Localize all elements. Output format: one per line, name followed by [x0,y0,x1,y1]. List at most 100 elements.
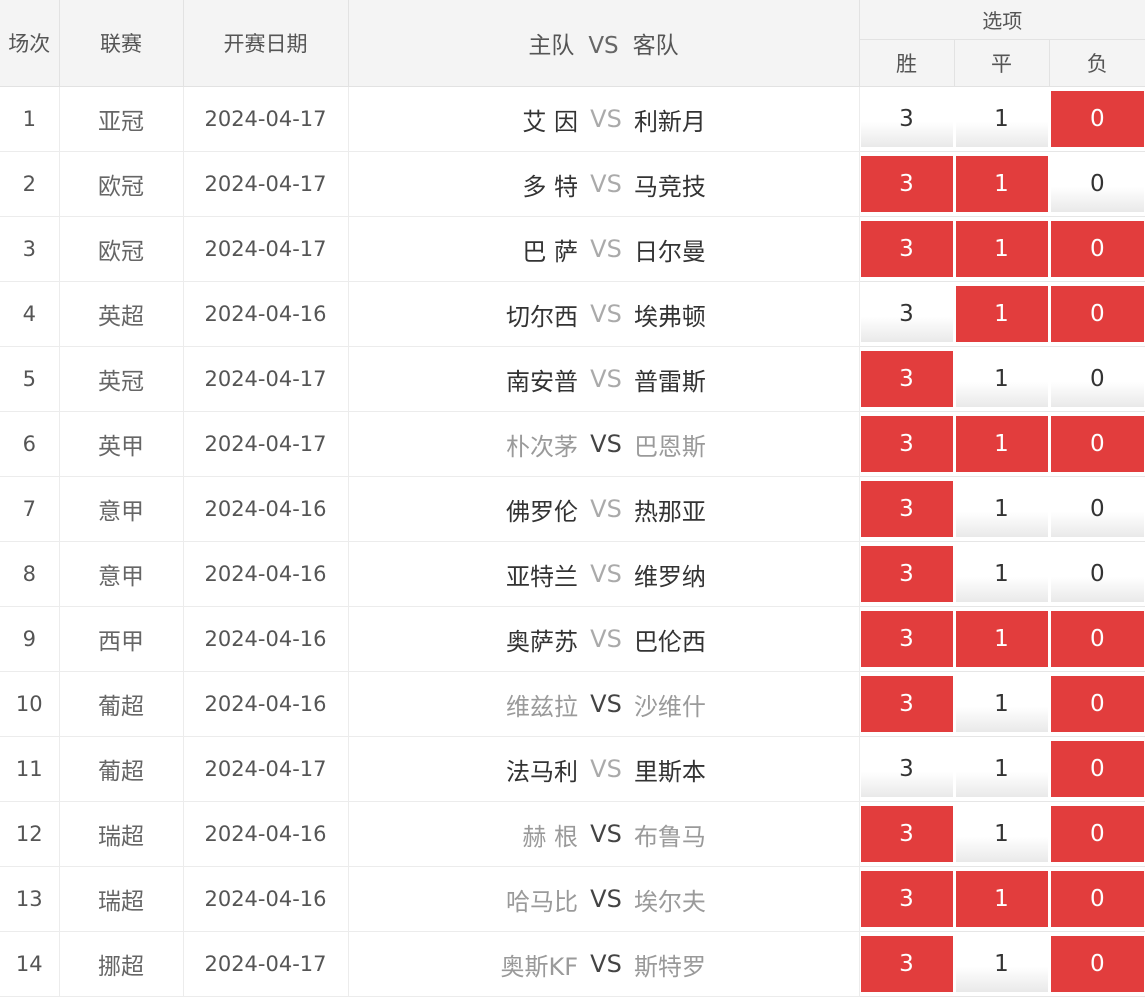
option-lose-button[interactable]: 0 [1050,611,1145,667]
option-lose-button[interactable]: 0 [1050,286,1145,342]
option-draw-cell[interactable]: 1 [954,866,1050,932]
option-win-button[interactable]: 3 [860,546,953,602]
option-lose-button[interactable]: 0 [1050,936,1145,992]
option-win-button[interactable]: 3 [860,806,953,862]
option-draw-button[interactable]: 1 [955,611,1048,667]
vs-label: VS [590,365,622,393]
option-win-cell[interactable]: 3 [859,411,955,477]
option-win-cell[interactable]: 3 [859,931,955,997]
option-lose-cell[interactable]: 0 [1049,866,1145,932]
option-win-button[interactable]: 3 [860,351,953,407]
option-lose-button[interactable]: 0 [1050,546,1145,602]
option-win-cell[interactable]: 3 [859,541,955,607]
home-team: 赫 根 [522,822,579,851]
option-win-button[interactable]: 3 [860,221,953,277]
option-draw-cell[interactable]: 1 [954,931,1050,997]
option-lose-button[interactable]: 0 [1050,91,1145,147]
table-row: 6 英甲 2024-04-17 朴次茅 VS 巴恩斯 3 1 0 [0,411,1145,477]
option-win-button[interactable]: 3 [860,286,953,342]
option-win-cell[interactable]: 3 [859,476,955,542]
option-win-cell[interactable]: 3 [859,86,955,152]
option-draw-button[interactable]: 1 [955,481,1048,537]
match-index: 1 [0,86,60,152]
option-draw-button[interactable]: 1 [955,741,1048,797]
option-lose-button[interactable]: 0 [1050,481,1145,537]
option-draw-button[interactable]: 1 [955,351,1048,407]
option-lose-cell[interactable]: 0 [1049,931,1145,997]
option-lose-cell[interactable]: 0 [1049,216,1145,282]
option-lose-button[interactable]: 0 [1050,676,1145,732]
option-win-cell[interactable]: 3 [859,151,955,217]
option-draw-button[interactable]: 1 [955,936,1048,992]
option-win-cell[interactable]: 3 [859,736,955,802]
option-win-button[interactable]: 3 [860,871,953,927]
option-lose-cell[interactable]: 0 [1049,671,1145,737]
option-draw-button[interactable]: 1 [955,416,1048,472]
header-vs: VS [588,33,619,59]
option-draw-cell[interactable]: 1 [954,346,1050,412]
option-draw-cell[interactable]: 1 [954,476,1050,542]
option-win-button[interactable]: 3 [860,156,953,212]
table-row: 9 西甲 2024-04-16 奥萨苏 VS 巴伦西 3 1 0 [0,606,1145,672]
league-name: 挪超 [59,931,184,997]
option-draw-button[interactable]: 1 [955,91,1048,147]
option-lose-button[interactable]: 0 [1050,871,1145,927]
option-draw-button[interactable]: 1 [955,871,1048,927]
option-draw-button[interactable]: 1 [955,286,1048,342]
option-lose-cell[interactable]: 0 [1049,281,1145,347]
option-lose-button[interactable]: 0 [1050,416,1145,472]
option-win-button[interactable]: 3 [860,91,953,147]
match-teams: 艾 因 VS 利新月 [348,86,860,152]
option-draw-cell[interactable]: 1 [954,541,1050,607]
option-lose-cell[interactable]: 0 [1049,346,1145,412]
option-win-cell[interactable]: 3 [859,346,955,412]
option-win-cell[interactable]: 3 [859,801,955,867]
option-lose-cell[interactable]: 0 [1049,606,1145,672]
option-win-button[interactable]: 3 [860,741,953,797]
vs-label: VS [590,885,622,913]
option-win-button[interactable]: 3 [860,676,953,732]
option-lose-cell[interactable]: 0 [1049,151,1145,217]
option-lose-cell[interactable]: 0 [1049,86,1145,152]
option-win-button[interactable]: 3 [860,936,953,992]
option-win-cell[interactable]: 3 [859,671,955,737]
match-date: 2024-04-17 [183,346,349,412]
option-lose-button[interactable]: 0 [1050,156,1145,212]
option-lose-button[interactable]: 0 [1050,806,1145,862]
option-draw-button[interactable]: 1 [955,221,1048,277]
option-draw-cell[interactable]: 1 [954,606,1050,672]
home-team: 佛罗伦 [506,497,579,526]
match-teams: 法马利 VS 里斯本 [348,736,860,802]
header-options: 选项 [858,0,1145,40]
option-draw-button[interactable]: 1 [955,676,1048,732]
table-row: 7 意甲 2024-04-16 佛罗伦 VS 热那亚 3 1 0 [0,476,1145,542]
option-lose-button[interactable]: 0 [1050,351,1145,407]
option-draw-button[interactable]: 1 [955,156,1048,212]
option-win-cell[interactable]: 3 [859,281,955,347]
option-lose-cell[interactable]: 0 [1049,801,1145,867]
option-draw-cell[interactable]: 1 [954,736,1050,802]
option-draw-button[interactable]: 1 [955,806,1048,862]
option-lose-cell[interactable]: 0 [1049,411,1145,477]
option-win-cell[interactable]: 3 [859,606,955,672]
option-draw-cell[interactable]: 1 [954,411,1050,477]
option-lose-cell[interactable]: 0 [1049,476,1145,542]
league-name: 欧冠 [59,151,184,217]
option-win-cell[interactable]: 3 [859,866,955,932]
option-win-cell[interactable]: 3 [859,216,955,282]
option-win-button[interactable]: 3 [860,416,953,472]
option-draw-cell[interactable]: 1 [954,86,1050,152]
option-draw-cell[interactable]: 1 [954,671,1050,737]
league-name: 欧冠 [59,216,184,282]
option-lose-cell[interactable]: 0 [1049,541,1145,607]
option-draw-cell[interactable]: 1 [954,216,1050,282]
option-draw-cell[interactable]: 1 [954,151,1050,217]
option-lose-button[interactable]: 0 [1050,221,1145,277]
option-win-button[interactable]: 3 [860,481,953,537]
option-lose-cell[interactable]: 0 [1049,736,1145,802]
option-draw-cell[interactable]: 1 [954,801,1050,867]
option-draw-cell[interactable]: 1 [954,281,1050,347]
option-win-button[interactable]: 3 [860,611,953,667]
option-draw-button[interactable]: 1 [955,546,1048,602]
option-lose-button[interactable]: 0 [1050,741,1145,797]
